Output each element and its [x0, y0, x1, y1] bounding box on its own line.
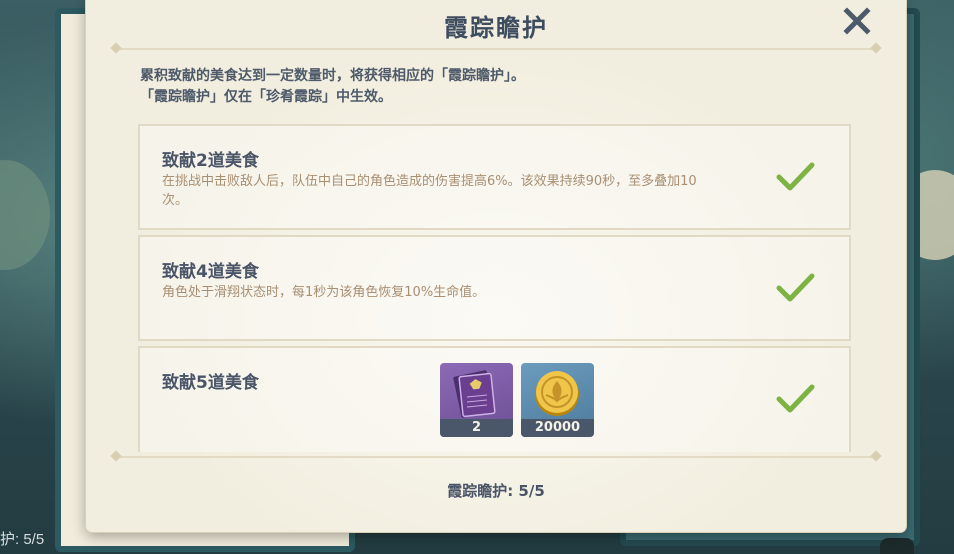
checkmark-icon [776, 162, 815, 191]
tier-item: 致献2道美食 在挑战中击败敌人后，队伍中自己的角色造成的伤害提高6%。该效果持续… [138, 124, 851, 230]
reward-item[interactable]: 2 [440, 363, 513, 437]
close-x-icon [843, 7, 871, 35]
checkmark-icon [776, 384, 815, 413]
purple-book-icon [453, 370, 496, 418]
tier-item: 致献5道美食 2 20000 [138, 346, 851, 452]
dialog-title: 霞踪瞻护 [444, 14, 548, 42]
background-corner-icon [880, 538, 914, 554]
close-button[interactable] [842, 6, 872, 36]
reward-count: 2 [440, 419, 513, 437]
dialog-description: 累积致献的美食达到一定数量时，将获得相应的「霞踪瞻护」。 「霞踪瞻护」仅在「珍肴… [140, 66, 840, 108]
reward-count: 20000 [521, 419, 594, 437]
description-line: 「霞踪瞻护」仅在「珍肴霞踪」中生效。 [140, 89, 392, 105]
description-line: 累积致献的美食达到一定数量时，将获得相应的「霞踪瞻护」。 [140, 68, 525, 84]
tier-title: 致献2道美食 [162, 151, 259, 171]
tier-description: 在挑战中击败敌人后，队伍中自己的角色造成的伤害提高6%。该效果持续90秒，至多叠… [162, 174, 697, 208]
tier-title: 致献4道美食 [162, 262, 259, 282]
dialog-panel: 霞踪瞻护 累积致献的美食达到一定数量时，将获得相应的「霞踪瞻护」。 「霞踪瞻护」… [86, 0, 906, 532]
checkmark-icon [776, 273, 815, 302]
tier-item: 致献4道美食 角色处于滑翔状态时，每1秒为该角色恢复10%生命值。 [138, 235, 851, 341]
tier-description: 角色处于滑翔状态时，每1秒为该角色恢复10%生命值。 [162, 285, 486, 300]
progress-footer: 霞踪瞻护: 5/5 [447, 482, 545, 500]
divider [116, 48, 876, 50]
divider [116, 456, 876, 458]
reward-item[interactable]: 20000 [521, 363, 594, 437]
background-counter: 护: 5/5 [0, 531, 45, 548]
tier-title: 致献5道美食 [162, 373, 259, 393]
mora-coin-icon [535, 371, 579, 416]
